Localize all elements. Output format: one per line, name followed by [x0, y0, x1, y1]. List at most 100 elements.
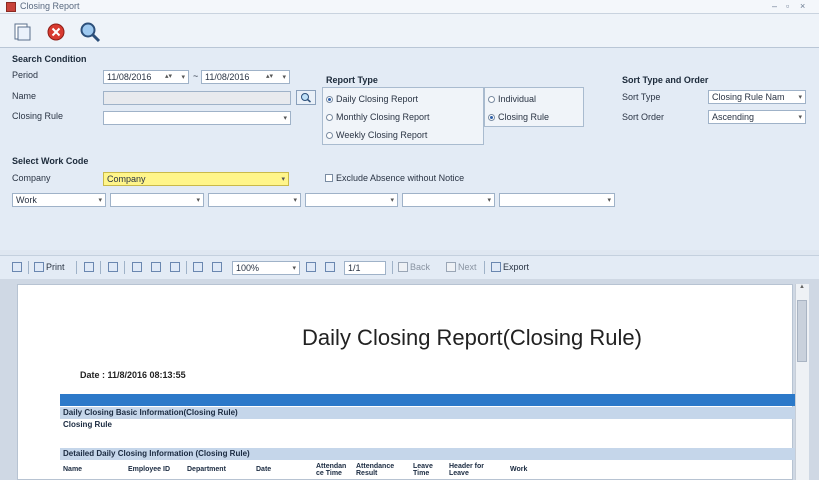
search-button[interactable] [78, 20, 102, 44]
page-number-field[interactable]: 1/1 [344, 261, 386, 275]
report-title: Daily Closing Report(Closing Rule) [302, 325, 642, 350]
sort-type-label: Sort Type [622, 92, 661, 102]
maximize-button[interactable]: ▫ [786, 1, 789, 11]
continuous-page-icon [170, 262, 180, 272]
section-basic-row: Closing Rule [63, 420, 112, 429]
date-to-field[interactable]: 11/08/2016 ▴▾ ▾ [201, 70, 290, 84]
date-to-spin-icon[interactable]: ▴▾ [266, 72, 273, 80]
new-report-button[interactable] [10, 20, 34, 44]
chevron-down-icon: ▾ [798, 114, 802, 121]
document-map-icon [12, 262, 22, 272]
single-page-button[interactable] [132, 262, 142, 272]
search-condition-heading: Search Condition [12, 54, 87, 64]
closing-rule-select[interactable]: ▾ [103, 111, 291, 125]
radio-daily-closing[interactable]: Daily Closing Report [326, 94, 418, 104]
minimize-button[interactable]: – [772, 1, 777, 11]
work-select-4[interactable]: ▾ [305, 193, 398, 207]
find-icon [108, 262, 118, 272]
export-button[interactable]: Export [491, 262, 529, 272]
period-label: Period [12, 70, 39, 80]
report-date: Date : 11/8/2016 08:13:55 [80, 370, 186, 380]
separator [124, 261, 125, 274]
find-button[interactable] [108, 262, 118, 272]
zoom-out-icon [212, 262, 222, 272]
single-page-icon [132, 262, 142, 272]
close-window-button[interactable]: × [800, 1, 805, 11]
checkbox-box [325, 174, 333, 182]
date-from-dropdown-icon[interactable]: ▾ [181, 73, 185, 81]
title-bar: Closing Report – ▫ × [0, 0, 819, 14]
name-label: Name [12, 91, 37, 101]
exclude-absence-checkbox[interactable]: Exclude Absence without Notice [325, 173, 464, 183]
column-header-department: Department [187, 466, 226, 473]
chevron-down-icon: ▾ [98, 197, 102, 204]
work-select-6[interactable]: ▾ [499, 193, 615, 207]
zoom-select[interactable]: 100% ▾ [232, 261, 300, 275]
column-header-attendance-result: Attendance Result [356, 463, 395, 477]
column-header-name: Name [63, 466, 83, 473]
document-map-button[interactable] [12, 262, 22, 272]
sort-heading: Sort Type and Order [622, 75, 709, 85]
multi-page-icon [151, 262, 161, 272]
name-lookup-button[interactable] [296, 90, 316, 105]
column-header-attendance-time: Attendan ce Time [316, 463, 347, 477]
radio-closing-rule[interactable]: Closing Rule [488, 112, 549, 122]
previous-page-button[interactable] [325, 262, 335, 272]
date-from-spin-icon[interactable]: ▴▾ [165, 72, 172, 80]
radio-dot [488, 95, 495, 103]
close-icon [47, 23, 65, 41]
section-basic-info: Daily Closing Basic Information(Closing … [60, 407, 795, 419]
previous-page-icon [325, 262, 335, 272]
back-button[interactable]: Back [398, 262, 430, 272]
date-to-dropdown-icon[interactable]: ▾ [282, 73, 286, 81]
work-select-5[interactable]: ▾ [402, 193, 495, 207]
date-from-field[interactable]: 11/08/2016 ▴▾ ▾ [103, 70, 189, 84]
company-select[interactable]: Company ▾ [103, 172, 289, 186]
radio-dot [326, 113, 333, 121]
name-field[interactable] [103, 91, 291, 105]
window-title: Closing Report [20, 1, 80, 11]
delete-button[interactable] [44, 20, 68, 44]
work-code-heading: Select Work Code [12, 156, 89, 166]
zoom-out-button[interactable] [212, 262, 222, 272]
section-detailed-info: Detailed Daily Closing Information (Clos… [60, 448, 795, 460]
print-button[interactable]: Print [34, 262, 65, 272]
separator [100, 261, 101, 274]
search-icon [80, 22, 101, 43]
back-icon [398, 262, 408, 272]
continuous-page-button[interactable] [170, 262, 180, 272]
next-button[interactable]: Next [446, 262, 477, 272]
zoom-in-icon [193, 262, 203, 272]
scroll-up-icon[interactable]: ▲ [799, 284, 805, 290]
sort-order-select[interactable]: Ascending ▾ [708, 110, 806, 124]
print-icon [34, 262, 44, 272]
work-select[interactable]: Work ▾ [12, 193, 106, 207]
copy-icon [84, 262, 94, 272]
chevron-down-icon: ▾ [798, 94, 802, 101]
radio-dot [488, 113, 495, 121]
chevron-down-icon: ▾ [281, 176, 285, 183]
sort-type-select[interactable]: Closing Rule Nam ▾ [708, 90, 806, 104]
work-select-2[interactable]: ▾ [110, 193, 204, 207]
chevron-down-icon: ▾ [390, 197, 394, 204]
zoom-in-button[interactable] [193, 262, 203, 272]
work-select-3[interactable]: ▾ [208, 193, 301, 207]
column-header-work: Work [510, 466, 528, 473]
multi-page-button[interactable] [151, 262, 161, 272]
export-icon [491, 262, 501, 272]
column-header-employee-id: Employee ID [128, 466, 171, 473]
separator [186, 261, 187, 274]
report-band [60, 394, 795, 406]
magnifier-icon [301, 93, 311, 103]
copy-button[interactable] [84, 262, 94, 272]
radio-dot [326, 131, 333, 139]
radio-weekly-closing[interactable]: Weekly Closing Report [326, 130, 427, 140]
date-separator: ~ [193, 71, 199, 81]
sort-order-label: Sort Order [622, 112, 665, 122]
radio-monthly-closing[interactable]: Monthly Closing Report [326, 112, 430, 122]
separator [76, 261, 77, 274]
chevron-down-icon: ▾ [196, 197, 200, 204]
radio-individual[interactable]: Individual [488, 94, 536, 104]
separator [392, 261, 393, 274]
first-page-button[interactable] [306, 262, 316, 272]
